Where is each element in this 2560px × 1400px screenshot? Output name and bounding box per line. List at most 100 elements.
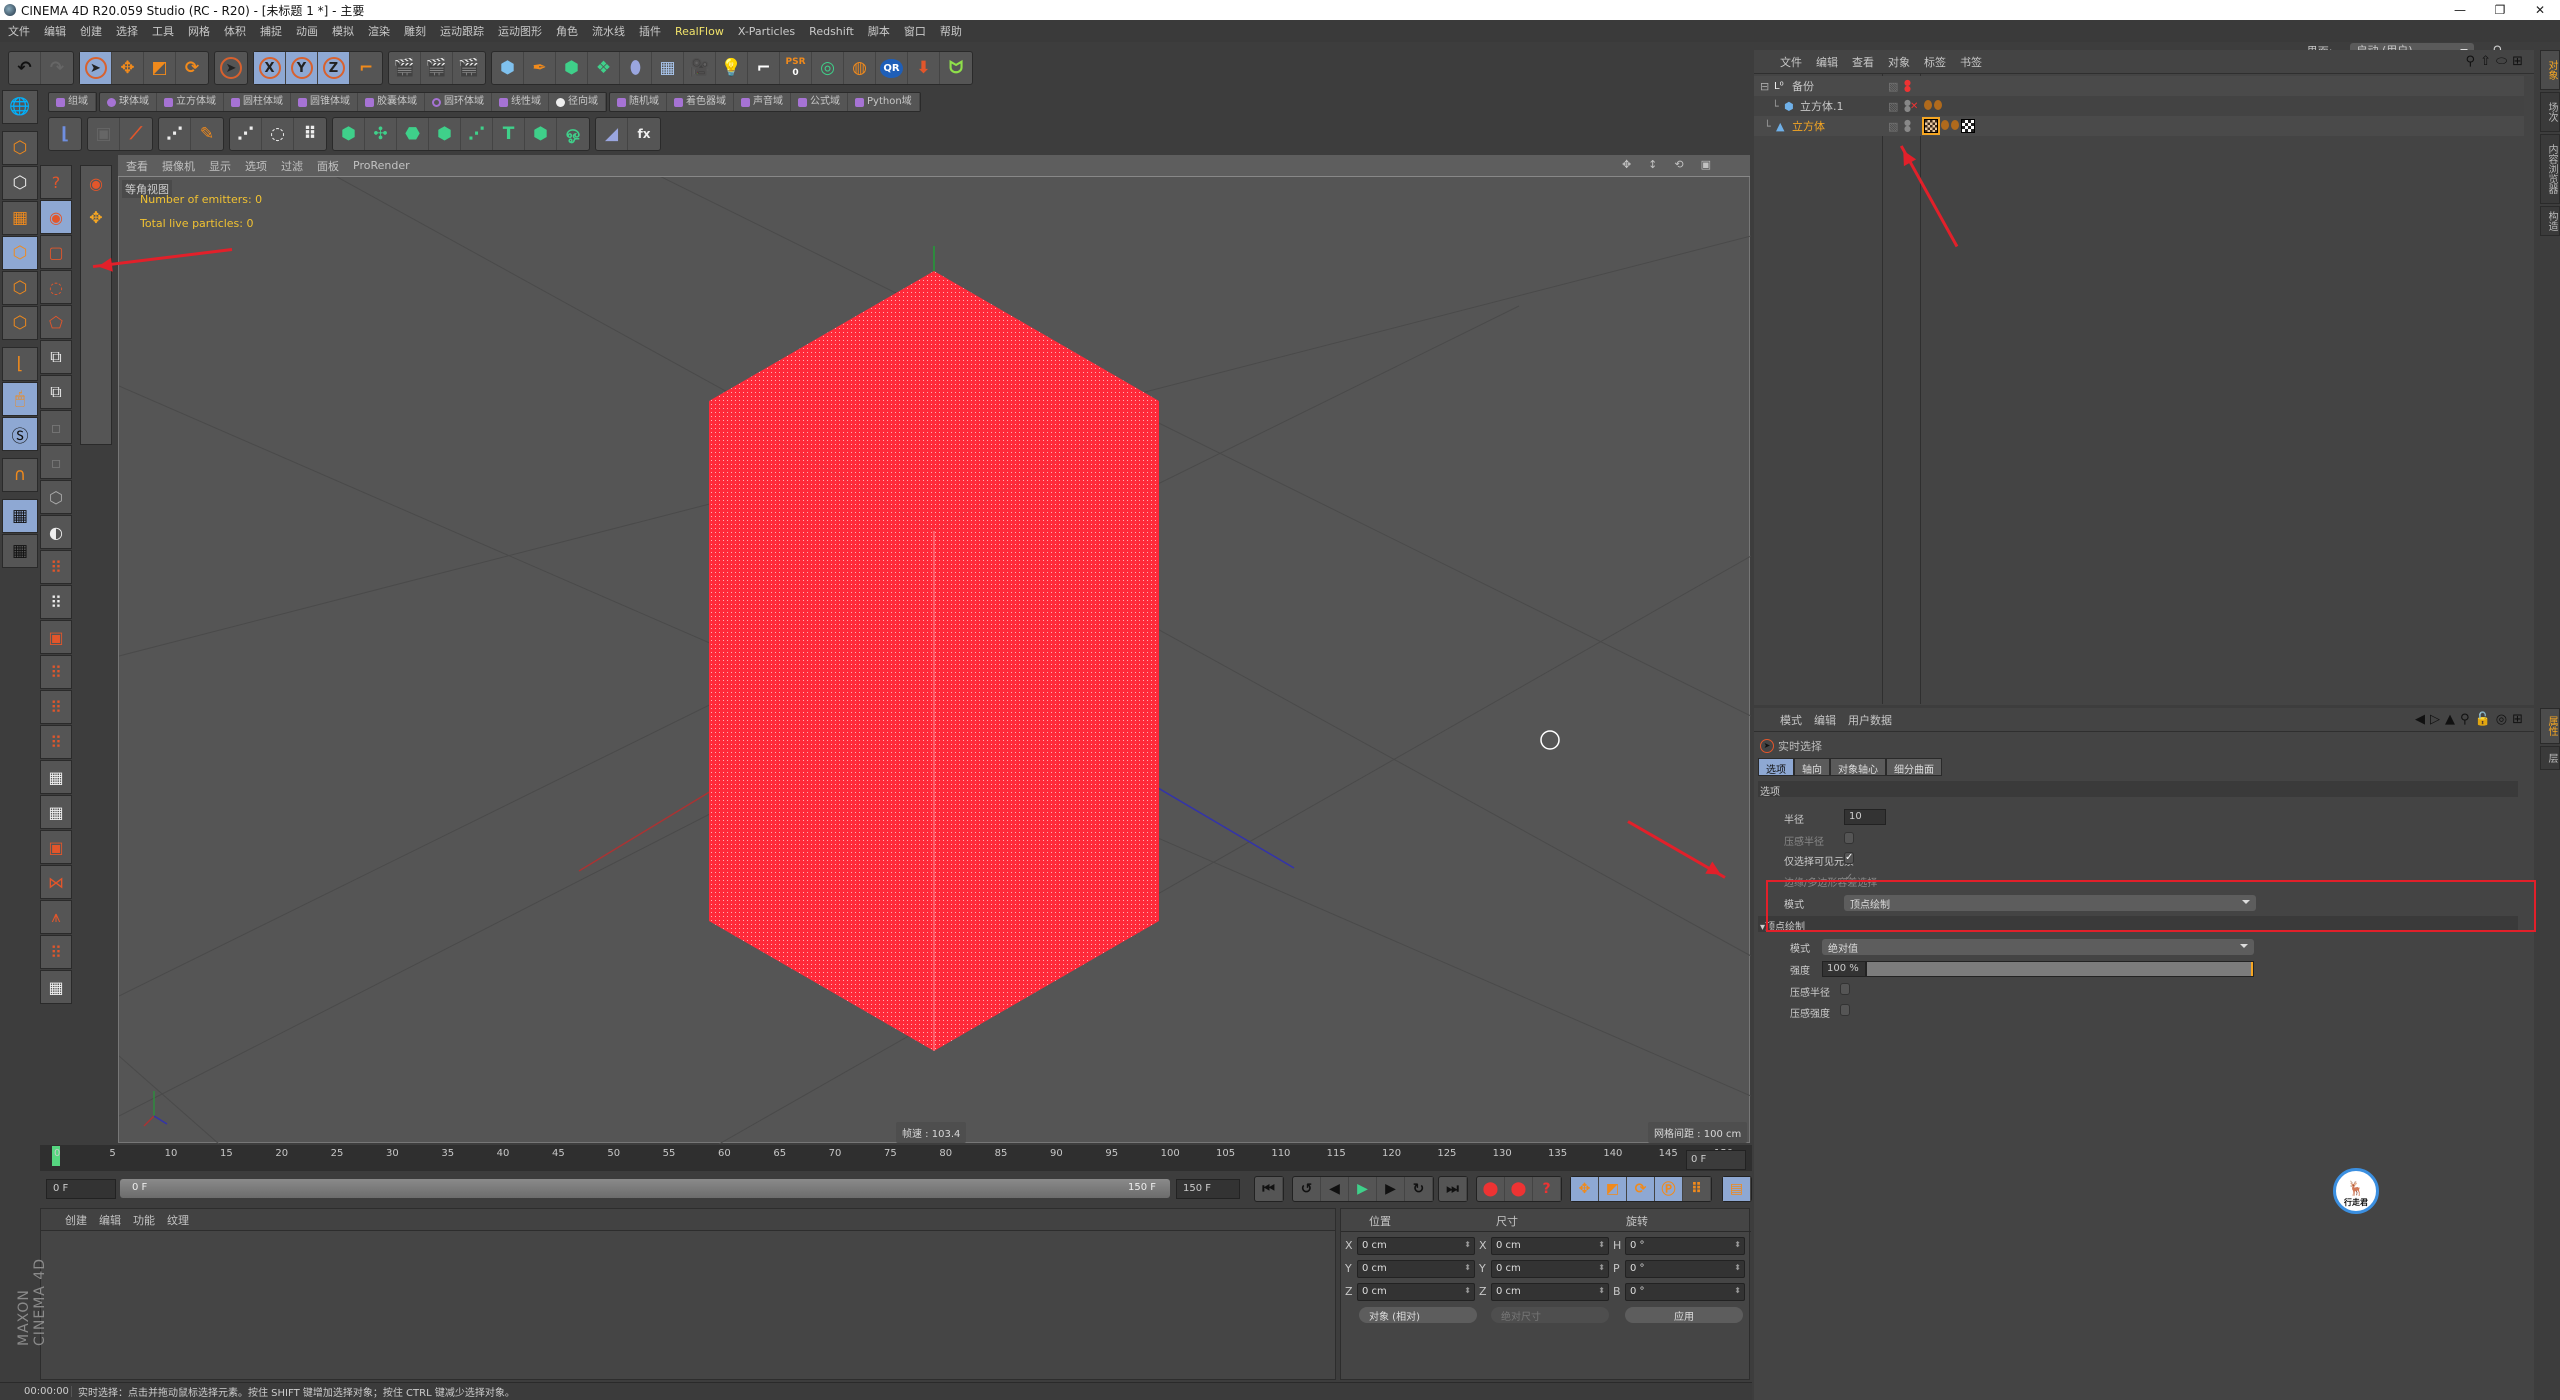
linear-clone-icon[interactable]: ⋰ (230, 118, 262, 150)
close-button[interactable]: ✕ (2520, 0, 2560, 20)
tab-subdivision[interactable]: 细分曲面 (1886, 758, 1942, 776)
side-tab-content-browser[interactable]: 内容浏览器 (2540, 134, 2560, 204)
attr-menu-edit[interactable]: 编辑 (1814, 712, 1836, 728)
field-sphere[interactable]: 球体域 (100, 93, 157, 111)
attr-menu-userdata[interactable]: 用户数据 (1848, 712, 1892, 728)
menu-edit[interactable]: 编辑 (44, 23, 66, 39)
lasso-selection-icon[interactable]: ◌ (40, 270, 72, 304)
orbit-icon[interactable]: ⟲ (1674, 158, 1686, 171)
scale-icon[interactable]: ◩ (144, 52, 176, 84)
cube-icon[interactable]: ⬢ (492, 52, 524, 84)
knife-icon[interactable]: ⟋ (120, 118, 152, 150)
rot-p-field[interactable]: 0 ° (1625, 1260, 1745, 1278)
camera-icon[interactable]: 🎥 (684, 52, 716, 84)
menu-sculpt[interactable]: 雕刻 (404, 23, 426, 39)
world-coordinates-icon[interactable]: ⌐ (350, 52, 382, 84)
moextrude-icon[interactable]: ஓ (557, 118, 589, 150)
current-frame-field[interactable]: 0 F (1686, 1150, 1746, 1170)
optimize-icon[interactable]: ⠿ (40, 935, 72, 969)
play-icon[interactable]: ▶ (1349, 1177, 1377, 1201)
menu-pipeline[interactable]: 流水线 (592, 23, 625, 39)
visibility-dots-icon[interactable]: ● ● (1904, 119, 1911, 133)
menu-simulate[interactable]: 模拟 (332, 23, 354, 39)
tracer-icon[interactable]: ⋰ (461, 118, 493, 150)
menu-x-particles[interactable]: X-Particles (738, 25, 795, 38)
layer-icon[interactable]: ▧ (1888, 80, 1898, 93)
strength-field[interactable]: 100 % (1822, 961, 1866, 977)
strength-slider[interactable] (1866, 961, 2254, 977)
target-icon[interactable]: ◎ (2496, 712, 2512, 727)
triangulate-icon[interactable]: ▦ (40, 970, 72, 1004)
vp-menu-options[interactable]: 选项 (245, 158, 267, 174)
bend-deformer-icon[interactable]: ⬮ (620, 52, 652, 84)
zoom-icon[interactable]: ↕ (1648, 158, 1660, 171)
bridge-icon[interactable]: ⠿ (40, 690, 72, 724)
extrude-icon[interactable]: ⠿ (40, 725, 72, 759)
visible-only-checkbox[interactable]: ✓ (1844, 852, 1854, 864)
object-row[interactable]: ⊟ L⁰ 备份 ▧ ● ● (1754, 76, 2524, 96)
last-tool-icon[interactable]: ➤ (215, 52, 247, 84)
menu-mograph[interactable]: 运动图形 (498, 23, 542, 39)
workplane-mode-icon[interactable]: ▦ (2, 201, 38, 235)
size-y-field[interactable]: 0 cm (1491, 1260, 1609, 1278)
menu-file[interactable]: 文件 (8, 23, 30, 39)
up-icon[interactable]: ▲ (2445, 712, 2460, 727)
menu-plugins[interactable]: 插件 (639, 23, 661, 39)
vp-menu-view[interactable]: 查看 (126, 158, 148, 174)
workplane-lock-icon[interactable]: ▦ (2, 499, 38, 533)
side-tab-attributes[interactable]: 属性 (2540, 708, 2560, 744)
x-particles-icon[interactable]: ᗢ (940, 52, 972, 84)
edges-mode-icon[interactable]: ⬡ (2, 271, 38, 305)
mat-menu-function[interactable]: 功能 (133, 1212, 155, 1228)
live-select-fav-icon[interactable]: ◉ (81, 166, 111, 200)
field-shader[interactable]: 着色器域 (667, 93, 734, 111)
size-x-field[interactable]: 0 cm (1491, 1237, 1609, 1255)
menu-mesh[interactable]: 网格 (188, 23, 210, 39)
goto-end-icon[interactable]: ⏭ (1439, 1177, 1467, 1201)
key-position-icon[interactable]: ✥ (1571, 1177, 1599, 1201)
axis-mode-icon[interactable]: ⌊ (2, 347, 38, 381)
side-tab-layers[interactable]: 层 (2540, 746, 2560, 770)
y-axis-icon[interactable]: Y (286, 52, 318, 84)
bevel-icon[interactable]: ⋈ (40, 865, 72, 899)
paint-select-icon[interactable]: ✎ (191, 118, 223, 150)
mograph-icon[interactable]: ◎ (812, 52, 844, 84)
end-frame-field[interactable]: 150 F (1176, 1179, 1240, 1199)
menu-volume[interactable]: 体积 (224, 23, 246, 39)
vp-pressure-radius-checkbox[interactable] (1840, 983, 1850, 995)
menu-animate[interactable]: 动画 (296, 23, 318, 39)
tab-object-axis[interactable]: 对象轴心 (1830, 758, 1886, 776)
up-icon[interactable]: ⇧ (2480, 54, 2496, 69)
pen-icon[interactable]: ✒ (524, 52, 556, 84)
vp-menu-camera[interactable]: 摄像机 (162, 158, 195, 174)
attr-menu-mode[interactable]: 模式 (1780, 712, 1802, 728)
lock-icon[interactable]: 🔓 (2475, 712, 2496, 727)
pos-z-field[interactable]: 0 cm (1357, 1283, 1475, 1301)
floor-icon[interactable]: ▦ (652, 52, 684, 84)
menu-tools[interactable]: 工具 (152, 23, 174, 39)
spline-wrap-icon[interactable]: ⬢ (525, 118, 557, 150)
knife-tool-icon[interactable]: ⩚ (40, 900, 72, 934)
collapse-icon[interactable]: ⊟ (1760, 80, 1769, 93)
layer-icon[interactable]: ▧ (1888, 120, 1898, 133)
pressure-radius-checkbox[interactable] (1844, 832, 1854, 844)
matrix-icon[interactable]: ✣ (365, 118, 397, 150)
field-random[interactable]: 随机域 (610, 93, 667, 111)
forward-icon[interactable]: ▷ (2430, 712, 2445, 727)
rot-h-field[interactable]: 0 ° (1625, 1237, 1745, 1255)
deformer-icon[interactable]: ◢ (596, 118, 628, 150)
points-grid-icon[interactable]: ⠿ (40, 550, 72, 584)
menu-help[interactable]: 帮助 (940, 23, 962, 39)
motext-icon[interactable]: T (493, 118, 525, 150)
back-icon[interactable]: ◀ (2415, 712, 2430, 727)
make-editable-icon[interactable]: 🌐 (2, 90, 38, 124)
menu-script[interactable]: 脚本 (868, 23, 890, 39)
undo-icon[interactable]: ↶ (9, 52, 41, 84)
key-scale-icon[interactable]: ◩ (1599, 1177, 1627, 1201)
extrude-inner-icon[interactable]: ▦ (40, 760, 72, 794)
rect-selection-icon[interactable]: ▢ (40, 235, 72, 269)
render-picture-viewer-icon[interactable]: 🎬 (421, 52, 453, 84)
tab-options[interactable]: 选项 (1758, 758, 1794, 776)
model-mode-icon[interactable]: ⬡ (2, 131, 38, 165)
tab-axis[interactable]: 轴向 (1794, 758, 1830, 776)
